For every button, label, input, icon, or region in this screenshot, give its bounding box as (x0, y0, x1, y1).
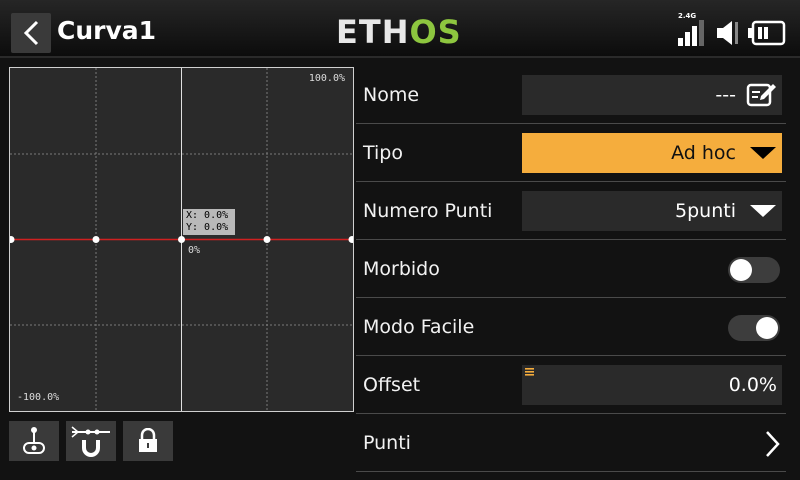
morbido-label: Morbido (363, 258, 440, 280)
chevron-right-icon (766, 431, 780, 457)
coordinate-readout: X: 0.0% Y: 0.0% (183, 209, 235, 235)
curve-graph-canvas (10, 68, 353, 411)
modo-facile-toggle[interactable] (728, 315, 780, 341)
ethos-logo: ETHOS (336, 13, 462, 51)
logo-accent-text: OS (409, 13, 462, 51)
curve-point[interactable] (263, 236, 271, 243)
dropdown-arrow-icon (750, 147, 776, 159)
curve-graph[interactable]: 100.0% -100.0% 0% X: 0.0% Y: 0.0% (9, 67, 354, 412)
curve-point[interactable] (178, 236, 185, 243)
nome-field[interactable]: --- (522, 75, 782, 115)
offset-label: Offset (363, 374, 421, 396)
row-punti[interactable]: Punti (356, 416, 786, 472)
row-offset: Offset 0.0% (356, 358, 786, 414)
nome-value: --- (715, 84, 736, 106)
nome-label: Nome (363, 84, 420, 106)
graph-top-label: 100.0% (308, 73, 345, 84)
back-button[interactable] (11, 13, 51, 53)
modo-facile-label: Modo Facile (363, 316, 475, 338)
numero-punti-label: Numero Punti (363, 200, 493, 222)
logo-main-text: ETH (336, 13, 410, 51)
stick-icon (23, 427, 45, 454)
morbido-toggle[interactable] (728, 257, 780, 283)
curve-point[interactable] (348, 236, 354, 243)
stick-button[interactable] (9, 421, 59, 461)
coord-x: X: 0.0% (186, 210, 229, 221)
status-icons: 2.4G (678, 12, 786, 46)
offset-value: 0.0% (728, 374, 777, 396)
header: Curva1 ETHOS 2.4G (0, 0, 800, 58)
tipo-value: Ad hoc (671, 142, 736, 164)
signal-icon: 2.4G (678, 12, 708, 46)
speaker-icon (717, 21, 738, 45)
battery-icon (748, 20, 786, 46)
curve-point[interactable] (10, 236, 15, 243)
curve-point[interactable] (92, 236, 100, 243)
tipo-dropdown[interactable]: Ad hoc (522, 133, 782, 173)
magnet-icon (71, 426, 110, 457)
row-tipo: Tipo Ad hoc (356, 126, 786, 182)
tipo-label: Tipo (363, 142, 403, 164)
numero-punti-dropdown[interactable]: 5punti (522, 191, 782, 231)
edit-icon[interactable] (746, 81, 778, 109)
punti-label: Punti (363, 432, 411, 454)
row-numero-punti: Numero Punti 5punti (356, 184, 786, 240)
lock-button[interactable] (123, 421, 173, 461)
coord-y: Y: 0.0% (186, 222, 229, 233)
signal-band-label: 2.4G (678, 12, 697, 20)
menu-lines-icon (525, 368, 534, 376)
page-title: Curva1 (57, 16, 157, 45)
numero-punti-value: 5punti (675, 200, 736, 222)
magnet-button[interactable] (66, 421, 116, 461)
graph-center-label: 0% (188, 245, 201, 256)
offset-field[interactable]: 0.0% (522, 365, 782, 405)
dropdown-arrow-icon (750, 205, 776, 217)
row-morbido: Morbido (356, 242, 786, 298)
row-nome: Nome --- (356, 68, 786, 124)
lock-icon (139, 428, 157, 452)
row-modo-facile: Modo Facile (356, 300, 786, 356)
chevron-left-icon (23, 20, 39, 46)
graph-bottom-label: -100.0% (17, 392, 60, 403)
